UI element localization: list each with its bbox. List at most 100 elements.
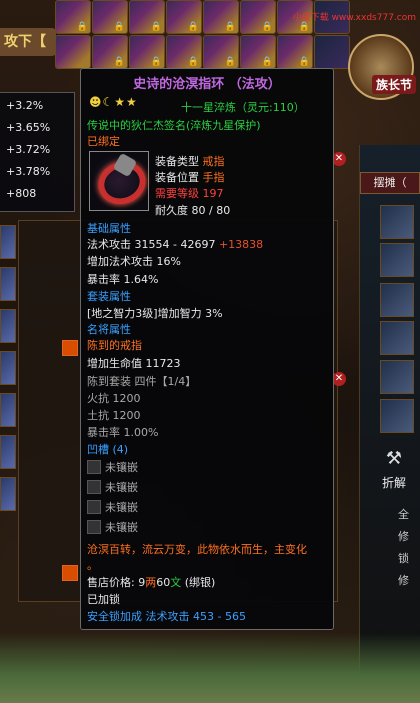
stat-value: +3.2% [6, 99, 44, 112]
bound-status: 已绑定 [87, 135, 120, 148]
stall-button[interactable]: 摆摊（ [360, 172, 420, 194]
inventory-slot[interactable] [55, 35, 91, 69]
lock-icon: 🔒 [187, 57, 199, 67]
inventory-slot[interactable]: 🔒 [166, 35, 202, 69]
socket-header: 凹槽 (4) [87, 443, 129, 456]
hp-bonus: 增加生命值 11723 [87, 357, 181, 370]
right-slot[interactable] [380, 283, 414, 317]
sell-price: 售店价格: 9两60文 (绑银) [87, 576, 216, 589]
set-attr-line: [地之智力3级]增加智力 3% [87, 307, 223, 320]
equip-type-row: 装备类型 戒指 [155, 155, 225, 168]
required-level-row: 需要等级 197 [155, 187, 224, 200]
equipment-slot[interactable] [0, 393, 16, 427]
legend-line: 传说中的狄仁杰签名(淬炼九星保护) [87, 119, 261, 132]
lock-icon: 🔒 [261, 57, 273, 67]
right-slot[interactable] [380, 399, 414, 433]
stats-popup: +3.2% +3.65% +3.72% +3.78% +808 [0, 92, 75, 212]
flavor-text-2: 。 [87, 559, 98, 572]
equipment-slot[interactable] [0, 225, 16, 259]
left-equipment-column [0, 225, 16, 515]
lock-icon: 🔒 [224, 22, 236, 32]
ring-item-icon [89, 151, 152, 211]
set-label: 陈到套装 四件【1/4】 [87, 375, 197, 388]
socket-label: 未镶嵌 [105, 481, 138, 494]
item-name: 史诗的沧溟指环 （法攻） [133, 77, 281, 92]
locked-status: 已加锁 [87, 593, 120, 606]
inventory-slot[interactable]: 🔒 [166, 0, 202, 34]
lock-icon: 🔒 [113, 57, 125, 67]
general-attr-header: 名将属性 [87, 323, 131, 336]
right-menu-item[interactable]: 全 [398, 506, 420, 524]
right-slot[interactable] [380, 205, 414, 239]
equipment-slot[interactable] [0, 267, 16, 301]
inventory-slot[interactable]: 🔒 [240, 35, 276, 69]
empty-socket-icon [87, 460, 101, 474]
equipment-slot[interactable] [0, 351, 16, 385]
lock-icon: 🔒 [298, 57, 310, 67]
empty-socket-icon [87, 520, 101, 534]
stat-value: +3.78% [6, 165, 51, 178]
right-slot[interactable] [380, 243, 414, 277]
watermark-text: 小皮下载 www.xxds777.com [292, 13, 416, 23]
decompose-label[interactable]: 折解 [382, 474, 406, 491]
earth-resistance: 土抗 1200 [87, 409, 141, 422]
lock-icon: 🔒 [150, 57, 162, 67]
item-tooltip: 史诗的沧溟指环 （法攻） ☻☾★★ 十一星淬炼（灵元:110） 传说中的狄仁杰签… [80, 68, 334, 630]
refine-level: 十一星淬炼（灵元:110） [181, 101, 305, 114]
lock-icon: 🔒 [261, 22, 273, 32]
jenhung-ring-header: 陈到的戒指 [87, 339, 142, 352]
checkbox[interactable] [62, 340, 78, 356]
lock-icon: 🔒 [150, 22, 162, 32]
crit-rate: 暴击率 1.64% [87, 273, 159, 286]
inventory-slot[interactable]: 🔒 [240, 0, 276, 34]
durability-row: 耐久度 80 / 80 [155, 204, 231, 217]
scene-ground [0, 633, 420, 703]
empty-socket-icon [87, 500, 101, 514]
empty-socket-icon [87, 480, 101, 494]
inventory-slot[interactable] [314, 35, 350, 69]
safe-lock-bonus: 安全锁加成 法术攻击 453 - 565 [87, 610, 246, 623]
inventory-slot[interactable]: 🔒 [129, 35, 165, 69]
right-menu-item[interactable]: 锁 [398, 550, 420, 568]
base-attr-header: 基础属性 [87, 222, 131, 235]
equipment-slot[interactable] [0, 477, 16, 511]
inventory-slot[interactable]: 🔒 [129, 0, 165, 34]
lock-icon: 🔒 [187, 22, 199, 32]
stat-value: +3.65% [6, 121, 51, 134]
inventory-slot[interactable]: 🔒 [203, 0, 239, 34]
right-menu-item[interactable]: 修 [398, 572, 420, 590]
right-menu-item[interactable]: 修 [398, 528, 420, 546]
close-icon[interactable]: ✕ [332, 372, 346, 386]
close-icon[interactable]: ✕ [332, 152, 346, 166]
inventory-slot[interactable]: 🔒 [277, 35, 313, 69]
stat-value: +808 [6, 187, 37, 200]
flavor-text: 沧溟百转，流云万变，此物依水而生，主变化 [87, 543, 307, 556]
socket-label: 未镶嵌 [105, 501, 138, 514]
lock-icon: 🔒 [113, 22, 125, 32]
checkbox[interactable] [62, 565, 78, 581]
crit-rate-2: 暴击率 1.00% [87, 426, 159, 439]
clan-festival-label: 族长节 [371, 75, 416, 94]
magic-attack-row: 法术攻击 31554 - 42697 +13838 [87, 238, 264, 251]
socket-label: 未镶嵌 [105, 521, 138, 534]
set-attr-header: 套装属性 [87, 290, 131, 303]
grade-icons: ☻☾★★ [89, 95, 138, 109]
inventory-slot[interactable]: 🔒 [55, 0, 91, 34]
right-slot[interactable] [380, 321, 414, 355]
lock-icon: 🔒 [298, 22, 310, 32]
lock-icon: 🔒 [76, 22, 88, 32]
right-slot[interactable] [380, 360, 414, 394]
left-tab[interactable]: 攻下【 [0, 28, 56, 56]
magic-attack-pct: 增加法术攻击 16% [87, 255, 181, 268]
inventory-slot[interactable]: 🔒 [203, 35, 239, 69]
equipment-slot[interactable] [0, 435, 16, 469]
equipment-slot[interactable] [0, 309, 16, 343]
hammer-icon[interactable]: ⚒ [386, 448, 402, 469]
inventory-slot[interactable]: 🔒 [92, 0, 128, 34]
inventory-slot[interactable]: 🔒 [92, 35, 128, 69]
lock-icon: 🔒 [224, 57, 236, 67]
socket-label: 未镶嵌 [105, 461, 138, 474]
equip-slot-row: 装备位置 手指 [155, 171, 225, 184]
fire-resistance: 火抗 1200 [87, 392, 141, 405]
stat-value: +3.72% [6, 143, 51, 156]
